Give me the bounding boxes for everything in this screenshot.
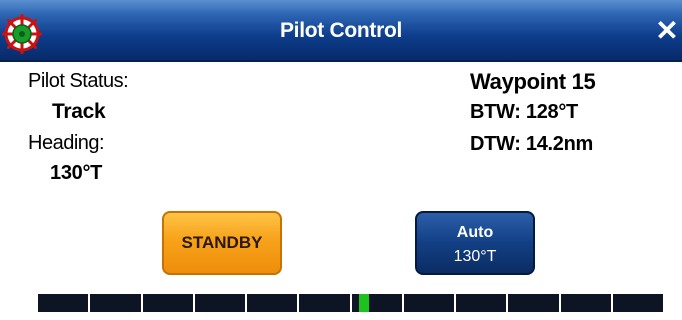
xte-bar-segment (194, 294, 245, 312)
heading-value: 130°T (50, 162, 103, 184)
pilot-control-window: Pilot Control ✕ Pilot Status: Track Head… (0, 0, 682, 320)
window-title: Pilot Control (279, 19, 403, 42)
xte-bar-segment (456, 294, 507, 312)
waypoint-name: Waypoint 15 (470, 69, 596, 94)
auto-button-label: Auto (456, 224, 494, 241)
xte-bar-segment (560, 294, 611, 312)
xte-bar-segment (299, 294, 350, 312)
pilot-status-label: Pilot Status: (28, 70, 129, 92)
auto-button-heading: 130°T (453, 248, 497, 265)
close-icon[interactable]: ✕ (652, 16, 682, 46)
xte-bar-segment (38, 294, 89, 312)
auto-button[interactable]: Auto 130°T (415, 211, 535, 275)
btw-readout: BTW: 128°T (470, 101, 578, 123)
xte-bar-segment (508, 294, 559, 312)
dtw-readout: DTW: 14.2nm (470, 133, 594, 155)
xte-bar-segment (142, 294, 193, 312)
xte-position-marker (358, 294, 369, 312)
xte-bar-segment (403, 294, 454, 312)
title-bar: Pilot Control ✕ (0, 0, 682, 62)
standby-button[interactable]: STANDBY (162, 211, 282, 275)
cross-track-error-bar (38, 294, 663, 312)
xte-bar-segment (612, 294, 663, 312)
xte-bar-segment (90, 294, 141, 312)
pilot-status-value: Track (52, 100, 106, 123)
xte-bar-segment (247, 294, 298, 312)
heading-label: Heading: (28, 132, 105, 154)
